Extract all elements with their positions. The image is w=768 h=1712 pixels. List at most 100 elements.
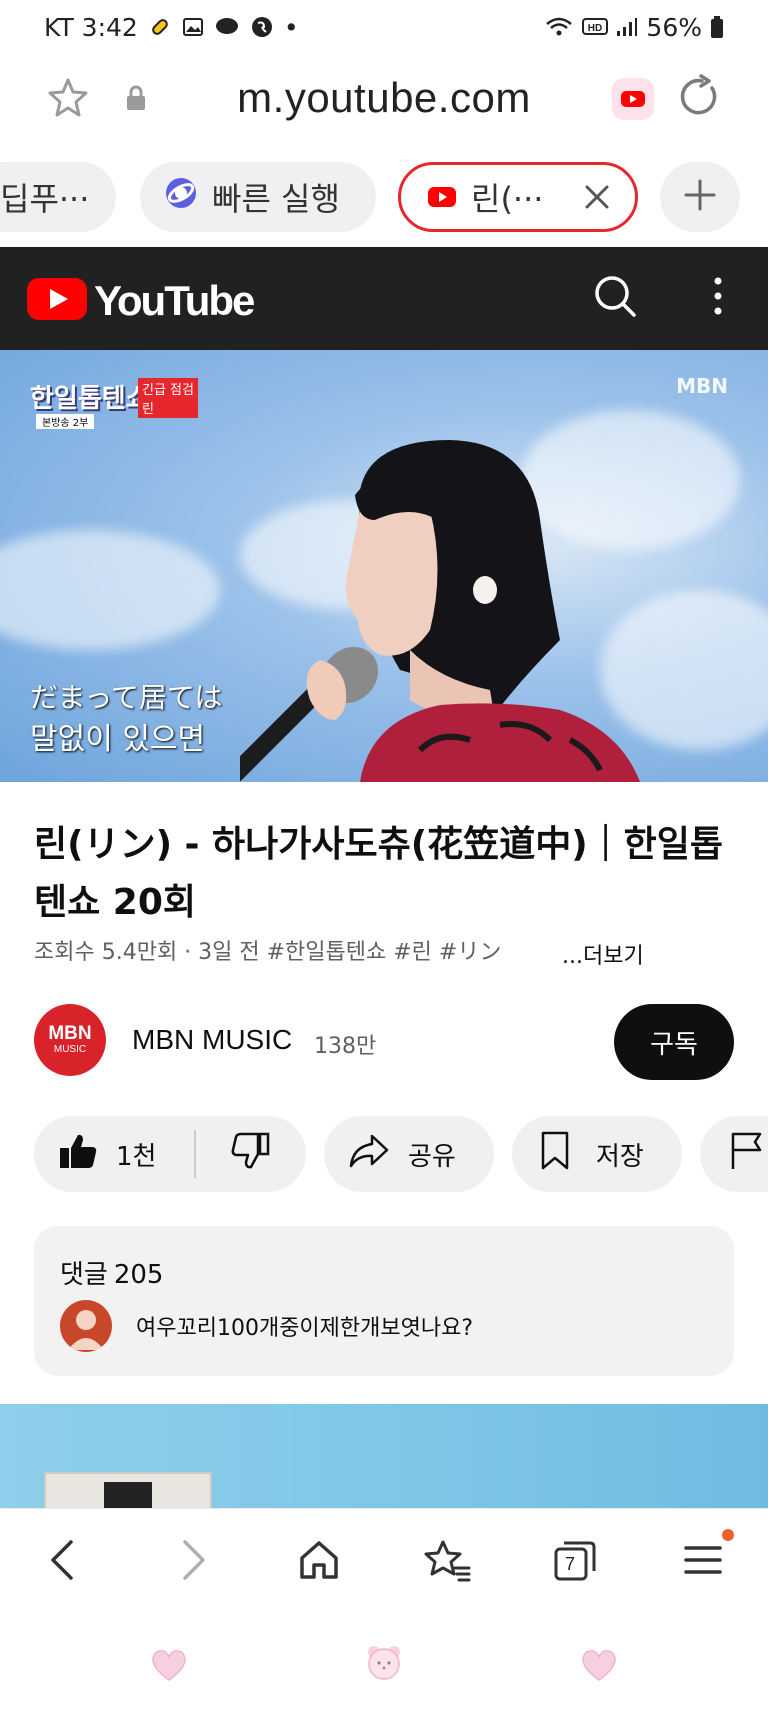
close-tab-icon[interactable] — [581, 181, 613, 221]
next-video-thumbnail[interactable] — [0, 1404, 768, 1508]
mbn-watermark: MBN — [676, 374, 728, 398]
samsung-internet-icon — [164, 176, 198, 218]
signal-icon — [616, 17, 638, 37]
channel-avatar[interactable]: MBN MUSIC — [34, 1004, 106, 1076]
carrier-time: KT 3:42 — [44, 12, 138, 42]
chevron-right-icon — [173, 1538, 213, 1586]
like-dislike-group: 1천 — [34, 1116, 306, 1192]
comments-title: 댓글 — [60, 1260, 108, 1290]
refresh-icon[interactable] — [676, 74, 722, 124]
thumbs-down-icon — [231, 1132, 271, 1177]
browser-page: KT 3:42 • HD 56% m.youtube.com 딥푸··· 빠른 … — [0, 0, 768, 1712]
channel-avatar-text: MBN — [48, 1023, 92, 1044]
menu-notification-dot — [722, 1529, 734, 1541]
report-button[interactable] — [700, 1116, 768, 1192]
commenter-avatar — [60, 1300, 112, 1352]
tab-active-label: 린(··· — [471, 180, 544, 218]
channel-avatar-subtext: MUSIC — [53, 1044, 87, 1055]
hamburger-menu-icon — [682, 1540, 724, 1584]
home-button[interactable] — [292, 1535, 346, 1589]
battery-percent: 56% — [646, 12, 702, 42]
like-button[interactable]: 1천 — [34, 1116, 194, 1192]
status-bar: KT 3:42 • HD 56% — [0, 0, 768, 54]
gesture-bar — [0, 1612, 768, 1712]
youtube-logo-text: YouTube — [94, 277, 255, 324]
show-badge: 긴급 점검 린 — [138, 378, 198, 418]
status-right: HD 56% — [544, 13, 724, 42]
like-count: 1천 — [116, 1141, 157, 1172]
plus-icon — [682, 177, 718, 217]
share-button[interactable]: 공유 — [324, 1116, 494, 1192]
video-meta[interactable]: 조회수 5.4만회 · 3일 전 #한일톱텐쇼 #린 #リン — [34, 934, 534, 966]
pill-notification-icon — [148, 15, 172, 39]
more-options-icon[interactable] — [700, 273, 736, 323]
tab-previous-label: 딥푸··· — [0, 180, 90, 218]
star-list-icon — [423, 1538, 471, 1586]
search-icon[interactable] — [592, 273, 638, 323]
tab-previous[interactable]: 딥푸··· — [0, 162, 116, 232]
preview-device-screen — [104, 1482, 152, 1508]
heart-left-icon[interactable] — [150, 1648, 188, 1686]
video-title[interactable]: 린(リン) - 하나가사도츄(花笠道中)｜한일톱텐쇼 20회 — [34, 816, 734, 932]
browser-bottom-nav: 7 — [0, 1508, 768, 1612]
youtube-app-icon[interactable] — [612, 78, 654, 120]
subscriber-count: 138만 — [314, 1034, 377, 1059]
youtube-play-icon — [26, 277, 88, 325]
hd-voice-icon: HD — [582, 17, 609, 37]
url-bar: m.youtube.com — [0, 64, 768, 136]
more-description-link[interactable]: ...더보기 — [562, 938, 644, 970]
video-player[interactable]: 한일톱텐쇼 긴급 점검 린 본방송 2부 MBN だまって居ては 말없이 있으면 — [0, 350, 768, 782]
show-badge-text: 긴급 점검 — [142, 383, 194, 398]
share-arrow-icon — [348, 1133, 390, 1176]
save-label: 저장 — [596, 1141, 644, 1172]
svg-text:HD: HD — [588, 23, 602, 34]
home-icon — [297, 1538, 341, 1586]
tab-quick-access-label: 빠른 실행 — [212, 180, 340, 218]
subtitle-korean: 말없이 있으면 — [30, 722, 206, 757]
channel-name[interactable]: MBN MUSIC — [132, 1024, 292, 1056]
back-button[interactable] — [36, 1535, 90, 1589]
tab-quick-access[interactable]: 빠른 실행 — [140, 162, 376, 232]
bookmarks-button[interactable] — [420, 1535, 474, 1589]
tabs-icon: 7 — [552, 1539, 598, 1585]
more-notifications-dot: • — [283, 12, 299, 42]
wifi-icon — [544, 16, 574, 38]
chevron-left-icon — [43, 1538, 83, 1586]
comments-panel[interactable]: 댓글 205 여우꼬리100개중이제한개보엿나요? — [34, 1226, 734, 1376]
thumbs-up-icon — [58, 1132, 98, 1177]
save-button[interactable]: 저장 — [512, 1116, 682, 1192]
heart-right-icon[interactable] — [580, 1648, 618, 1686]
dislike-button[interactable] — [196, 1116, 306, 1192]
tab-manager-button[interactable]: 7 — [548, 1535, 602, 1589]
subscribe-button[interactable]: 구독 — [614, 1004, 734, 1080]
top-comment-text: 여우꼬리100개중이제한개보엿나요? — [136, 1316, 474, 1341]
flag-icon — [730, 1131, 766, 1178]
action-bar: 1천 공유 저장 — [34, 1116, 768, 1192]
youtube-logo[interactable]: YouTube — [26, 277, 255, 325]
forward-button[interactable] — [166, 1535, 220, 1589]
channel-row: MBN MUSIC MBN MUSIC 138만 구독 — [34, 1004, 734, 1080]
tab-active-youtube[interactable]: 린(··· — [398, 162, 638, 232]
comments-count: 205 — [113, 1260, 164, 1290]
comments-header: 댓글 205 — [60, 1254, 163, 1291]
tab-strip: 딥푸··· 빠른 실행 린(··· — [0, 162, 768, 236]
cloud-shape — [0, 530, 220, 650]
singer-illustration — [240, 440, 640, 782]
bookmark-icon — [540, 1131, 570, 1178]
new-tab-button[interactable] — [660, 162, 740, 232]
share-label: 공유 — [408, 1141, 456, 1172]
chat-notification-icon — [214, 16, 240, 38]
menu-button[interactable] — [676, 1535, 730, 1589]
preview-device-image — [44, 1472, 212, 1508]
bear-home-icon[interactable] — [364, 1642, 404, 1686]
battery-icon — [710, 15, 724, 39]
youtube-tab-icon — [427, 178, 457, 216]
sync-notification-icon — [250, 15, 274, 39]
show-logo: 한일톱텐쇼 — [30, 384, 150, 414]
subtitle-japanese: だまって居ては — [30, 681, 223, 714]
gallery-notification-icon — [182, 16, 204, 38]
open-tab-count: 7 — [565, 1554, 576, 1574]
show-sub-badge: 본방송 2부 — [36, 414, 95, 429]
show-badge-name: 린 — [142, 402, 154, 417]
youtube-header: YouTube — [0, 247, 768, 350]
